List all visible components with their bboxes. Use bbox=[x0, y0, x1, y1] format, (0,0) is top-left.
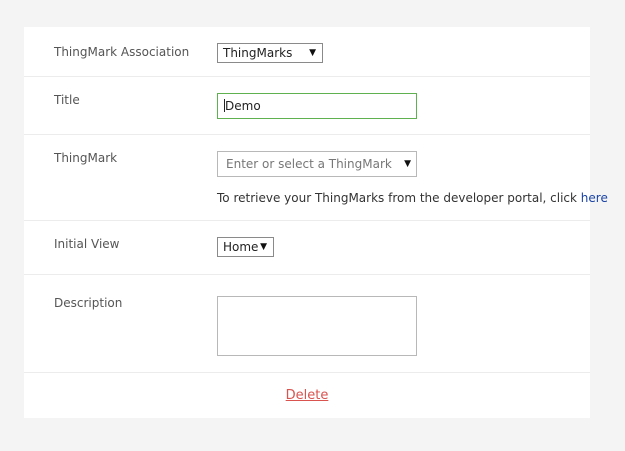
title-field-wrap: Demo bbox=[217, 93, 417, 119]
thingmark-combobox[interactable]: Enter or select a ThingMark ▼ bbox=[217, 151, 417, 177]
description-row: Description bbox=[24, 275, 590, 373]
description-field-wrap bbox=[217, 296, 417, 356]
title-row: Title Demo bbox=[24, 77, 590, 135]
association-label: ThingMark Association bbox=[54, 45, 190, 59]
properties-panel: ThingMark Association ThingMarks ▼ Title… bbox=[24, 27, 608, 418]
association-row: ThingMark Association ThingMarks ▼ bbox=[24, 27, 590, 77]
initial-view-row: Initial View Home ▼ bbox=[24, 221, 590, 275]
association-select[interactable]: ThingMarks ▼ bbox=[217, 43, 323, 63]
chevron-down-icon: ▼ bbox=[309, 48, 316, 58]
association-selected-value: ThingMarks bbox=[223, 46, 293, 60]
initial-view-selected-value: Home bbox=[223, 240, 259, 254]
thingmark-hint-text: To retrieve your ThingMarks from the dev… bbox=[217, 191, 581, 205]
thingmark-field-wrap: Enter or select a ThingMark ▼ To retriev… bbox=[217, 151, 608, 205]
title-input-value: Demo bbox=[225, 99, 261, 113]
thingmark-hint: To retrieve your ThingMarks from the dev… bbox=[217, 191, 608, 205]
initial-view-select[interactable]: Home ▼ bbox=[217, 237, 274, 257]
developer-portal-link[interactable]: here bbox=[581, 191, 608, 205]
title-input[interactable]: Demo bbox=[217, 93, 417, 119]
chevron-down-icon: ▼ bbox=[404, 159, 411, 169]
thingmark-label: ThingMark bbox=[54, 151, 118, 165]
description-textarea[interactable] bbox=[217, 296, 417, 356]
delete-button[interactable]: Delete bbox=[24, 388, 590, 403]
title-label: Title bbox=[54, 93, 80, 107]
thingmark-row: ThingMark Enter or select a ThingMark ▼ … bbox=[24, 135, 608, 221]
initial-view-label: Initial View bbox=[54, 237, 120, 251]
chevron-down-icon: ▼ bbox=[260, 242, 267, 252]
thingmark-placeholder: Enter or select a ThingMark bbox=[226, 157, 392, 171]
description-label: Description bbox=[54, 296, 123, 310]
